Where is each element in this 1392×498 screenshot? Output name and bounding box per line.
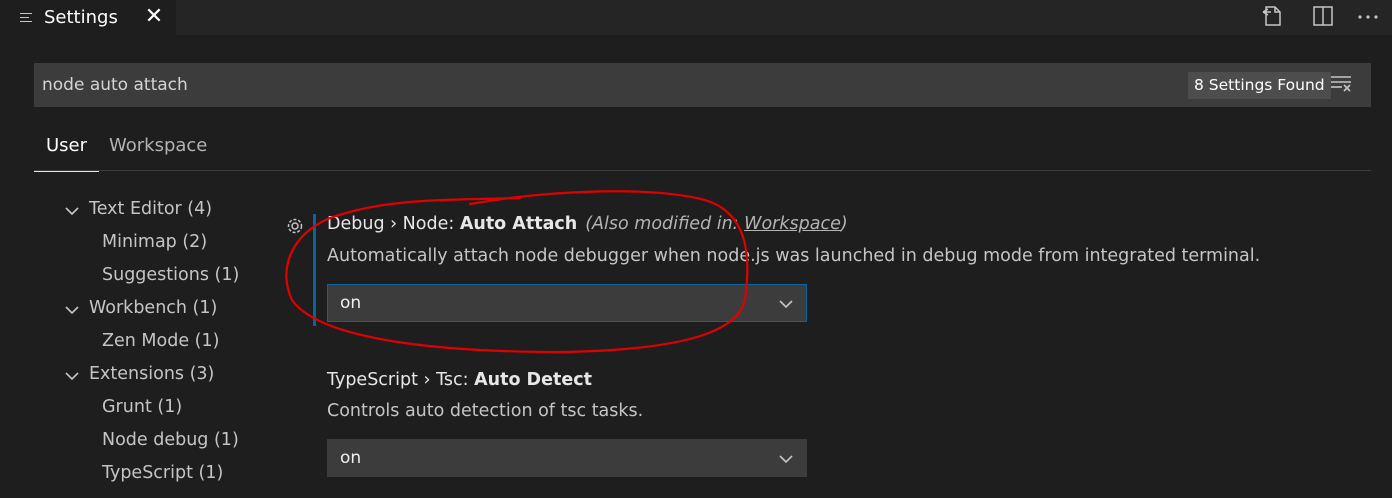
clear-filter-icon[interactable] [1330, 74, 1352, 94]
toc-item-minimap[interactable]: Minimap (2) [102, 232, 207, 252]
toc-item-grunt[interactable]: Grunt (1) [102, 397, 182, 417]
tab-user[interactable]: User [33, 135, 100, 172]
auto-detect-select[interactable]: on [327, 439, 807, 477]
settings-scope-tabs: User Workspace [33, 125, 1371, 172]
setting-name: Auto Detect [474, 370, 592, 390]
settings-list-icon [20, 12, 34, 24]
toc-item-typescript[interactable]: TypeScript (1) [102, 463, 223, 483]
toc-item-suggestions[interactable]: Suggestions (1) [102, 265, 239, 285]
auto-attach-select[interactable]: on [327, 284, 807, 322]
select-value: on [340, 448, 362, 468]
toc-item-zen-mode[interactable]: Zen Mode (1) [102, 331, 219, 351]
chevron-down-icon [779, 455, 793, 464]
also-modified-note: (Also modified in: Workspace) [585, 214, 848, 234]
setting-category: TypeScript › Tsc: [327, 370, 475, 390]
toc-item-workbench[interactable]: Workbench (1) [89, 298, 217, 318]
split-editor-icon[interactable] [1312, 4, 1334, 28]
select-value: on [340, 293, 362, 313]
settings-search-bar[interactable]: node auto attach 8 Settings Found [34, 63, 1371, 107]
setting-title: TypeScript › Tsc: Auto Detect [327, 370, 592, 390]
toc-item-extensions[interactable]: Extensions (3) [89, 364, 214, 384]
workspace-link[interactable]: Workspace [744, 214, 841, 234]
chevron-down-icon[interactable] [64, 203, 80, 219]
setting-title: Debug › Node: Auto Attach (Also modified … [327, 214, 848, 234]
results-count-badge: 8 Settings Found [1188, 72, 1331, 99]
setting-category: Debug › Node: [327, 214, 460, 234]
chevron-down-icon[interactable] [64, 368, 80, 384]
setting-description: Automatically attach node debugger when … [327, 246, 1261, 266]
close-icon[interactable]: ✕ [144, 3, 164, 31]
open-settings-json-icon[interactable] [1262, 4, 1284, 28]
setting-name: Auto Attach [459, 214, 578, 234]
search-input[interactable]: node auto attach [42, 75, 188, 95]
setting-description: Controls auto detection of tsc tasks. [327, 401, 644, 421]
settings-tab-title: Settings [44, 7, 118, 28]
tab-workspace[interactable]: Workspace [109, 135, 207, 171]
editor-tab-bar: Settings ✕ [0, 0, 1392, 35]
toc-item-node-debug[interactable]: Node debug (1) [102, 430, 239, 450]
settings-tab[interactable]: Settings ✕ [0, 0, 176, 35]
chevron-down-icon [779, 300, 793, 309]
toc-item-text-editor[interactable]: Text Editor (4) [89, 199, 212, 219]
modified-indicator [313, 214, 316, 326]
more-actions-icon[interactable] [1357, 4, 1379, 28]
gear-icon[interactable] [284, 215, 306, 237]
chevron-down-icon[interactable] [64, 302, 80, 318]
